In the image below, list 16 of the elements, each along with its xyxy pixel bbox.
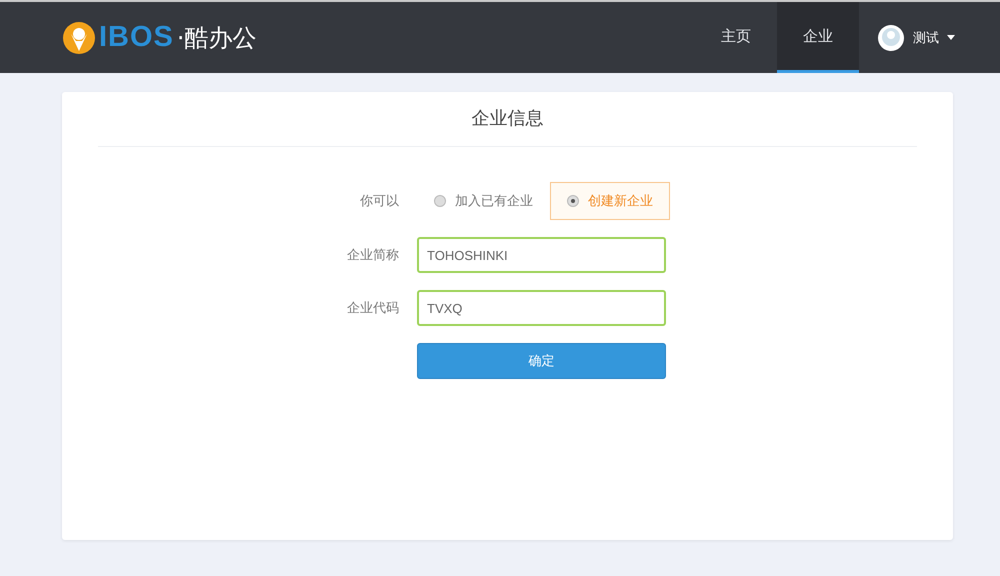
card-title: 企业信息 bbox=[98, 92, 917, 147]
logo-text: IBOS bbox=[99, 21, 174, 54]
nav-tab[interactable]: 企业 bbox=[777, 2, 859, 73]
logo-icon bbox=[62, 20, 96, 54]
caret-icon[interactable] bbox=[947, 35, 955, 40]
nav-tab[interactable]: 主页 bbox=[695, 2, 777, 73]
radio-option[interactable]: 加入已有企业 bbox=[417, 182, 550, 220]
confirm-button[interactable]: 确定 bbox=[417, 343, 666, 379]
field-label: 你可以 bbox=[359, 193, 399, 210]
input-field[interactable]: TOHOSHINKI bbox=[417, 237, 666, 273]
user-name[interactable]: 测试 bbox=[913, 28, 939, 46]
logo-text: ·酷办公 bbox=[176, 22, 257, 54]
avatar-icon[interactable] bbox=[877, 24, 905, 52]
field-label: 企业简称 bbox=[346, 247, 399, 264]
field-label: 企业代码 bbox=[346, 300, 399, 317]
input-field[interactable]: TVXQ bbox=[417, 290, 666, 326]
